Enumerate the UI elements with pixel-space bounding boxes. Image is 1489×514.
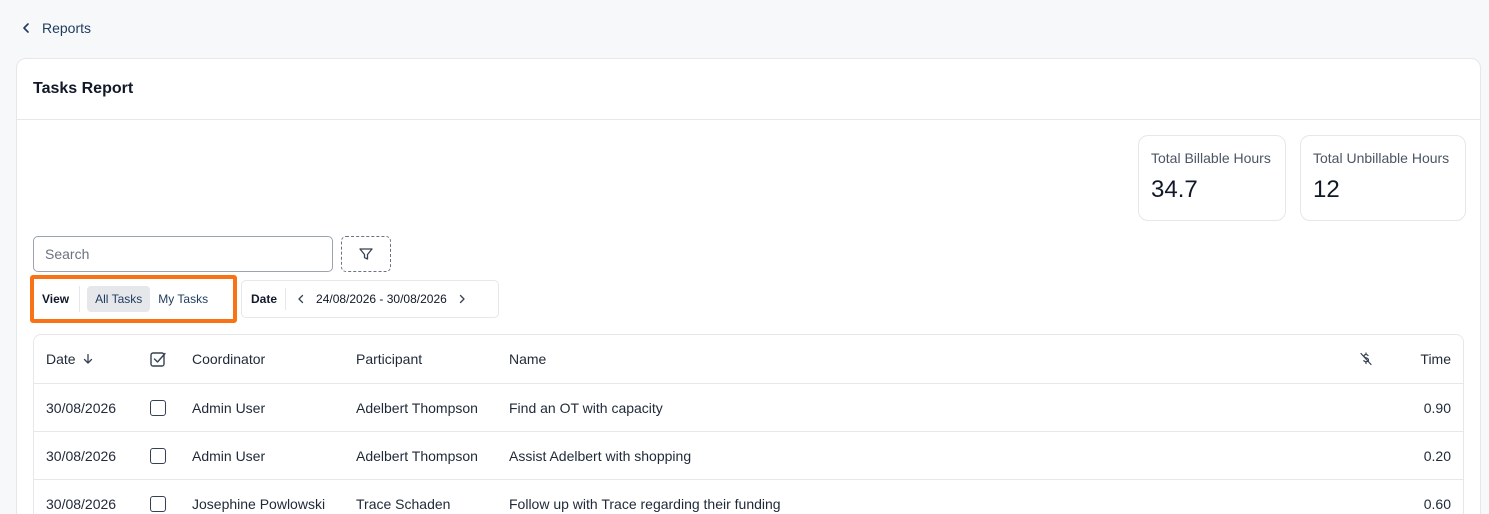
- table-row[interactable]: 30/08/2026 Admin User Adelbert Thompson …: [34, 432, 1463, 480]
- row-coordinator: Admin User: [192, 399, 266, 416]
- row-time: 0.60: [1423, 495, 1451, 512]
- stat-value: 12: [1313, 176, 1340, 203]
- name-column-header: Name: [509, 351, 547, 367]
- view-label: View: [42, 292, 70, 306]
- tasks-table: Date Coordinator Participant Name Time 3…: [33, 334, 1464, 514]
- previous-week-button[interactable]: [294, 292, 308, 306]
- back-to-reports-link[interactable]: Reports: [20, 17, 91, 39]
- row-time: 0.20: [1423, 447, 1451, 464]
- row-task-name: Follow up with Trace regarding their fun…: [509, 495, 781, 512]
- row-date: 30/08/2026: [46, 447, 117, 464]
- date-range-value: 24/08/2026 - 30/08/2026: [316, 292, 447, 306]
- table-header-row: Date Coordinator Participant Name Time: [34, 335, 1463, 384]
- stat-label: Total Unbillable Hours: [1313, 150, 1450, 166]
- participant-column-header: Participant: [356, 351, 423, 367]
- task-complete-checkbox[interactable]: [150, 495, 166, 512]
- sort-down-icon: [83, 353, 92, 364]
- next-week-button[interactable]: [455, 292, 469, 306]
- row-complete-cell: [148, 384, 168, 431]
- row-complete-cell: [148, 480, 168, 514]
- row-date: 30/08/2026: [46, 495, 117, 512]
- date-range-picker: Date 24/08/2026 - 30/08/2026: [241, 280, 499, 318]
- filter-icon: [359, 248, 373, 260]
- chevron-right-icon: [459, 294, 465, 304]
- search-input[interactable]: [33, 236, 333, 272]
- row-participant: Adelbert Thompson: [356, 399, 478, 416]
- checkbox-checked-icon: [150, 352, 166, 367]
- completed-column-header: [148, 335, 168, 383]
- all-tasks-toggle[interactable]: All Tasks: [87, 286, 151, 312]
- date-label: Date: [251, 292, 278, 306]
- table-row[interactable]: 30/08/2026 Josephine Powlowski Trace Sch…: [34, 480, 1463, 514]
- row-date: 30/08/2026: [46, 399, 117, 416]
- date-header-label: Date: [46, 351, 76, 367]
- divider: [285, 288, 287, 310]
- row-task-name: Assist Adelbert with shopping: [509, 447, 692, 464]
- page-title: Tasks Report: [33, 80, 134, 97]
- date-column-header[interactable]: Date: [46, 335, 94, 383]
- card-header: Tasks Report: [17, 59, 1480, 120]
- stat-value: 34.7: [1151, 176, 1198, 203]
- tasks-report-card: Tasks Report Total Billable Hours 34.7 T…: [16, 58, 1481, 514]
- coordinator-column-header: Coordinator: [192, 351, 266, 367]
- filter-button[interactable]: [341, 236, 391, 272]
- row-coordinator: Josephine Powlowski: [192, 495, 326, 512]
- chevron-left-icon: [298, 294, 304, 304]
- billable-hours-stat: Total Billable Hours 34.7: [1138, 135, 1286, 221]
- row-participant: Adelbert Thompson: [356, 447, 478, 464]
- stat-label: Total Billable Hours: [1151, 150, 1271, 166]
- billable-column-header: [1356, 335, 1376, 383]
- back-link-label: Reports: [42, 20, 92, 36]
- task-complete-checkbox[interactable]: [150, 399, 166, 416]
- view-toggle-group: View All Tasks My Tasks: [30, 275, 237, 323]
- row-coordinator: Admin User: [192, 447, 266, 464]
- unbillable-hours-stat: Total Unbillable Hours 12: [1300, 135, 1466, 221]
- row-participant: Trace Schaden: [356, 495, 451, 512]
- table-row[interactable]: 30/08/2026 Admin User Adelbert Thompson …: [34, 384, 1463, 432]
- row-task-name: Find an OT with capacity: [509, 399, 663, 416]
- my-tasks-toggle[interactable]: My Tasks: [150, 286, 216, 312]
- billable-off-icon: [1360, 352, 1372, 366]
- row-time: 0.90: [1423, 399, 1451, 416]
- chevron-left-icon: [23, 23, 29, 33]
- divider: [79, 286, 81, 312]
- time-column-header: Time: [1420, 351, 1451, 367]
- task-complete-checkbox[interactable]: [150, 447, 166, 464]
- row-complete-cell: [148, 432, 168, 479]
